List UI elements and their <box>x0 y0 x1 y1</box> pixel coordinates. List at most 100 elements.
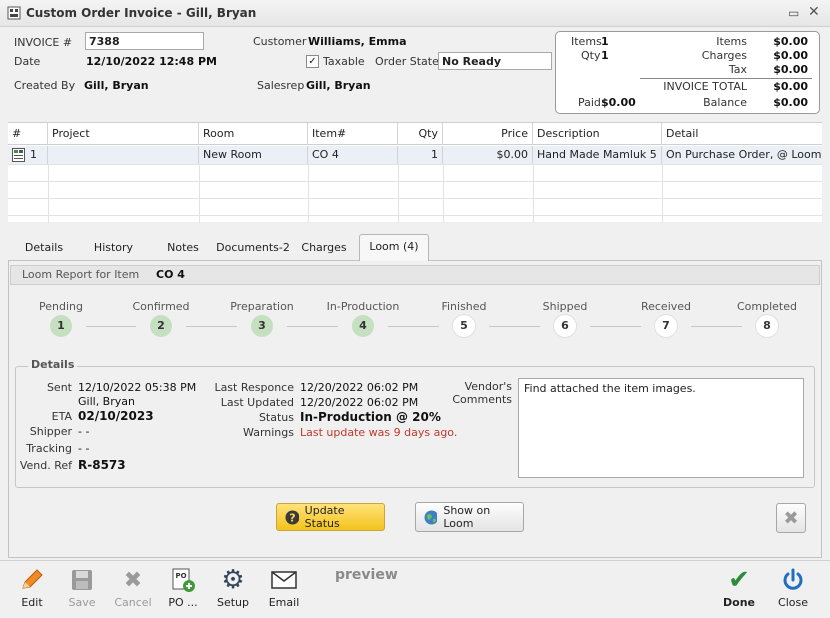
preview-button[interactable]: preview <box>335 567 398 583</box>
step-circle: 1 <box>50 315 72 337</box>
qty-value: 1 <box>601 49 609 62</box>
cancel-x-icon: ✖ <box>123 567 143 593</box>
items-amount-label: Items <box>716 35 747 48</box>
step-connector <box>388 326 439 327</box>
maximize-icon[interactable]: ▭ <box>788 6 799 20</box>
vendor-comments-field[interactable]: Find attached the item images. <box>518 378 804 478</box>
edit-label: Edit <box>21 596 43 609</box>
taxable-label: Taxable <box>323 55 365 68</box>
step-connector <box>86 326 136 327</box>
save-label: Save <box>68 596 96 609</box>
close-button[interactable]: Close <box>767 565 819 609</box>
vendor-comments-label: Comments <box>452 393 512 406</box>
column-header-price[interactable]: Price <box>443 123 533 145</box>
last-response-label: Last Responce <box>214 381 294 394</box>
loom-details-title: Details <box>28 358 78 371</box>
warnings-label: Warnings <box>243 426 294 439</box>
row-project <box>48 146 199 164</box>
charges-value: $0.00 <box>773 49 808 62</box>
customer-value[interactable]: Williams, Emma <box>308 35 407 48</box>
help-circle-icon: ? <box>285 510 299 524</box>
step-circle: 5 <box>453 315 475 337</box>
show-on-loom-label: Show on Loom <box>443 504 491 530</box>
sent-value: 12/10/2022 05:38 PM <box>78 381 197 394</box>
email-button[interactable]: Email <box>258 565 310 609</box>
grid-line <box>308 164 309 223</box>
column-header-description[interactable]: Description <box>533 123 662 145</box>
tab-documents[interactable]: Documents-2 <box>215 236 291 260</box>
step-connector <box>489 326 540 327</box>
tab-history[interactable]: History <box>86 236 141 260</box>
invoice-total-value: $0.00 <box>773 80 808 93</box>
update-status-button[interactable]: ? Update Status <box>276 503 385 531</box>
items-count-value: 1 <box>601 35 609 48</box>
warnings-value: Last update was 9 days ago. <box>300 426 458 439</box>
shipper-value: - - <box>78 425 90 438</box>
edit-button[interactable]: Edit <box>6 565 58 609</box>
remove-button[interactable]: ✖ <box>776 503 806 533</box>
taxable-checkbox[interactable]: ✓ <box>306 55 319 68</box>
shipper-label: Shipper <box>29 425 72 438</box>
date-value: 12/10/2022 12:48 PM <box>86 55 217 68</box>
title-bar: Custom Order Invoice - Gill, Bryan ▭ ✕ <box>0 0 830 27</box>
column-header-num[interactable]: # <box>8 123 48 145</box>
done-button[interactable]: ✔ Done <box>713 565 765 609</box>
column-header-project[interactable]: Project <box>48 123 199 145</box>
loom-report-item: CO 4 <box>156 268 185 281</box>
row-detail: On Purchase Order, @ Loom <box>666 148 822 161</box>
column-header-detail[interactable]: Detail <box>662 123 822 145</box>
globe-icon <box>424 510 438 524</box>
step-circle: 2 <box>150 315 172 337</box>
purchase-order-button[interactable]: PO PO ... <box>157 565 209 609</box>
tab-loom[interactable]: Loom (4) <box>359 234 429 261</box>
items-count-label: Items <box>571 35 602 48</box>
step-circle: 6 <box>554 315 576 337</box>
eta-value: 02/10/2023 <box>78 409 154 423</box>
gear-icon: ⚙ <box>221 565 245 595</box>
last-updated-value: 12/20/2022 06:02 PM <box>300 396 419 409</box>
tab-notes[interactable]: Notes <box>160 236 206 260</box>
order-state-field[interactable]: No Ready <box>438 52 552 70</box>
setup-label: Setup <box>216 596 250 609</box>
column-header-room[interactable]: Room <box>199 123 308 145</box>
step-label: Shipped <box>542 300 588 313</box>
grid-line <box>8 215 822 216</box>
paid-label: Paid <box>578 96 601 109</box>
step-label: Received <box>640 300 692 313</box>
step-label: Preparation <box>230 300 294 313</box>
invoice-number-field[interactable]: 7388 <box>85 32 204 50</box>
close-window-icon[interactable]: ✕ <box>808 4 820 20</box>
row-description: Hand Made Mamluk 5 ... <box>533 146 662 164</box>
save-button[interactable]: Save <box>56 565 108 609</box>
row-num: 1 <box>26 146 48 164</box>
totals-summary: Items 1 Qty 1 Items $0.00 Charges $0.00 … <box>555 31 820 114</box>
tab-charges[interactable]: Charges <box>297 236 351 260</box>
done-label: Done <box>723 596 755 609</box>
column-header-item[interactable]: Item# <box>308 123 398 145</box>
row-qty: 1 <box>398 146 443 164</box>
step-label: In-Production <box>326 300 400 313</box>
tracking-value: - - <box>78 442 90 455</box>
grid-line <box>8 181 822 182</box>
balance-value: $0.00 <box>773 96 808 109</box>
tracking-label: Tracking <box>26 442 72 455</box>
balance-label: Balance <box>703 96 747 109</box>
cancel-button[interactable]: ✖ Cancel <box>107 565 159 610</box>
grid-line <box>662 164 663 223</box>
setup-button[interactable]: ⚙ Setup <box>207 565 259 609</box>
close-label: Close <box>778 596 808 609</box>
power-icon <box>783 568 803 590</box>
show-on-loom-button[interactable]: Show on Loom <box>415 502 524 532</box>
column-header-qty[interactable]: Qty <box>398 123 443 145</box>
purchase-order-label: PO ... <box>168 596 198 609</box>
grid-line <box>443 164 444 223</box>
grid-line <box>533 164 534 223</box>
last-response-value: 12/20/2022 06:02 PM <box>300 381 419 394</box>
envelope-icon <box>271 571 297 589</box>
grid-line <box>8 198 822 199</box>
tab-details[interactable]: Details <box>18 236 70 260</box>
step-circle: 8 <box>756 315 778 337</box>
vendor-ref-label: Vend. Ref <box>19 459 72 472</box>
purchase-order-icon: PO <box>172 568 195 592</box>
date-label: Date <box>14 55 41 68</box>
